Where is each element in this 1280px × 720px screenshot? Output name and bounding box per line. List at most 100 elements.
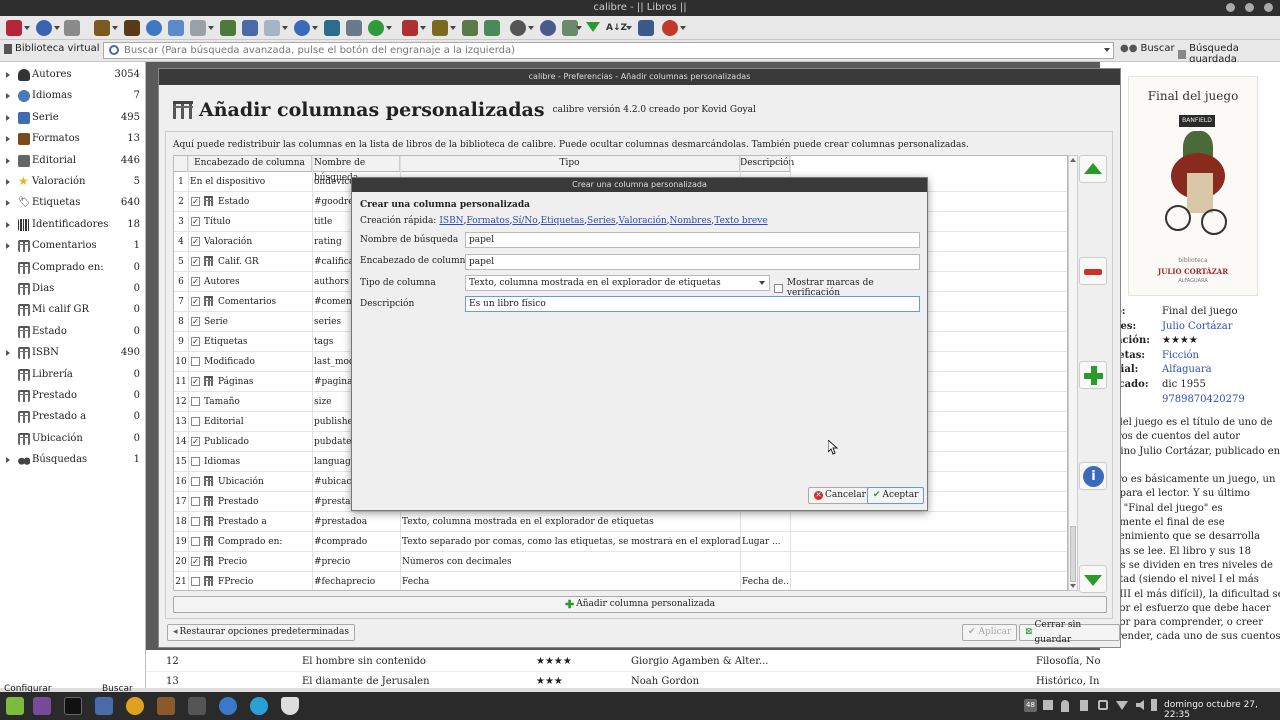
table-scrollbar[interactable] <box>1068 155 1078 591</box>
show-checkmarks-checkbox[interactable]: Mostrar marcas de verificación <box>774 278 927 298</box>
detail-value[interactable]: Alfaguara <box>1162 364 1212 375</box>
visible-checkbox[interactable] <box>191 537 200 546</box>
tag-browser-item[interactable]: Identificadores 18 <box>0 215 146 236</box>
window-icon[interactable] <box>33 697 51 715</box>
chevron-down-icon[interactable] <box>112 26 118 30</box>
expand-arrow-icon[interactable] <box>6 457 10 464</box>
chrome-icon[interactable] <box>126 697 144 715</box>
books-icon[interactable] <box>157 697 175 715</box>
globe-icon[interactable] <box>294 20 310 36</box>
detail-value[interactable]: Ficción <box>1162 350 1199 361</box>
header-lookup-name[interactable]: Nombre de búsqueda <box>312 156 400 183</box>
apply-button[interactable]: ✔ Aplicar <box>962 624 1018 641</box>
cancel-button[interactable]: ✕ Cancelar <box>808 487 872 504</box>
quick-create-link[interactable]: Texto breve <box>714 216 767 226</box>
book-cover[interactable]: Final del juego BANFIELD biblioteca JULI… <box>1128 76 1258 296</box>
quick-create-link[interactable]: Valoración <box>619 216 667 226</box>
edit-metadata-icon[interactable] <box>242 20 258 36</box>
visible-checkbox[interactable] <box>191 517 200 526</box>
quick-create-link[interactable]: Series <box>587 216 616 226</box>
detail-value[interactable]: 9789870420279 <box>1162 394 1245 405</box>
tag-browser-item[interactable]: Editorial 446 <box>0 151 146 172</box>
add-books-icon[interactable] <box>6 20 22 36</box>
network-icon[interactable] <box>1043 700 1053 710</box>
visible-checkbox[interactable]: ✓ <box>191 217 200 226</box>
visible-checkbox[interactable]: ✓ <box>191 317 200 326</box>
tag-browser-item[interactable]: Comentarios 1 <box>0 236 146 257</box>
expand-arrow-icon[interactable] <box>6 243 10 250</box>
expand-arrow-icon[interactable] <box>6 179 10 185</box>
description-field[interactable]: Es un libro físico <box>465 296 920 312</box>
tag-browser-item[interactable]: Prestado 0 <box>0 386 146 407</box>
sync-icon[interactable] <box>484 20 500 36</box>
chevron-down-icon[interactable] <box>680 26 686 30</box>
visible-checkbox[interactable] <box>191 397 200 406</box>
device-icon[interactable] <box>190 20 206 36</box>
book-row[interactable]: 12 El hombre sin contenido ★★★★ Giorgio Aga… <box>146 652 1100 672</box>
column-type-select[interactable]: Texto, columna mostrada en el explorador… <box>465 275 770 291</box>
tag-browser-item[interactable]: Formatos 13 <box>0 129 146 150</box>
chevron-down-icon[interactable] <box>576 26 582 30</box>
info-icon[interactable] <box>36 20 52 36</box>
sort-az-icon[interactable]: A↓Z <box>606 20 627 36</box>
library-icon[interactable] <box>220 20 236 36</box>
chevron-down-icon[interactable] <box>282 26 288 30</box>
close-without-saving-button[interactable]: ⊠ Cerrar sin guardar <box>1019 620 1120 645</box>
visible-checkbox[interactable] <box>191 457 200 466</box>
restore-defaults-button[interactable]: ◂ Restaurar opciones predeterminadas <box>167 624 356 641</box>
chevron-down-icon[interactable] <box>626 26 632 30</box>
chevron-down-icon[interactable] <box>1104 48 1110 52</box>
column-heading-field[interactable]: papel <box>465 254 920 270</box>
quick-create-link[interactable]: Etiquetas <box>541 216 585 226</box>
close-button[interactable] <box>1264 3 1273 12</box>
tag-browser-item[interactable]: Librería 0 <box>0 365 146 386</box>
tag-browser-item[interactable]: Comprado en: 0 <box>0 258 146 279</box>
header-description[interactable]: Descripción <box>740 156 794 172</box>
chevron-down-icon[interactable] <box>420 26 426 30</box>
scrollbar-thumb[interactable] <box>1070 526 1076 582</box>
shield-icon[interactable] <box>281 697 299 715</box>
table-row[interactable]: 19 Comprado en: #comprado Texto separado po… <box>174 532 1067 552</box>
chevron-down-icon[interactable] <box>528 26 534 30</box>
save-icon[interactable] <box>168 20 184 36</box>
tag-browser-item[interactable]: Mi calif GR 0 <box>0 300 146 321</box>
get-books-icon[interactable] <box>146 20 162 36</box>
tag-browser-item[interactable]: Serie 495 <box>0 108 146 129</box>
tag-browser-item[interactable]: Idiomas 7 <box>0 86 146 107</box>
visible-checkbox[interactable]: ✓ <box>191 377 200 386</box>
camera-icon[interactable] <box>188 697 206 715</box>
maximize-button[interactable] <box>1245 3 1254 12</box>
tag-browser-item[interactable]: Búsquedas 1 <box>0 450 146 471</box>
tag-browser-item[interactable]: Ubicación 0 <box>0 429 146 450</box>
tag-browser-item[interactable]: Autores 3054 <box>0 65 146 86</box>
bluetooth-icon[interactable] <box>1080 700 1088 711</box>
chevron-down-icon[interactable] <box>450 26 456 30</box>
add-column-button[interactable] <box>1079 361 1107 389</box>
expand-arrow-icon[interactable] <box>6 350 10 357</box>
expand-arrow-icon[interactable] <box>6 221 10 228</box>
tag-browser-item[interactable]: Estado 0 <box>0 322 146 343</box>
add-custom-column-button[interactable]: ✚ Añadir columna personalizada <box>173 596 1107 613</box>
quick-create-link[interactable]: Formatos <box>466 216 509 226</box>
visible-checkbox[interactable]: ✓ <box>191 297 200 306</box>
mint-menu-icon[interactable] <box>6 697 24 715</box>
plugin-icon[interactable] <box>462 20 478 36</box>
quick-create-link[interactable]: Sí/No <box>512 216 537 226</box>
battery-icon[interactable] <box>1151 699 1157 711</box>
tag-browser-item[interactable]: 🏷 Etiquetas 640 <box>0 193 146 214</box>
connect-icon[interactable] <box>540 20 556 36</box>
quick-create-link[interactable]: Nombres <box>670 216 712 226</box>
paste-icon[interactable] <box>638 20 654 36</box>
header-type[interactable]: Tipo <box>400 156 740 172</box>
search-input[interactable]: Buscar (Para búsqueda avanzada, pulse el… <box>103 42 1114 59</box>
expand-arrow-icon[interactable] <box>6 93 10 100</box>
telegram-icon[interactable] <box>250 697 268 715</box>
expand-arrow-icon[interactable] <box>6 136 10 143</box>
remove-books-icon[interactable] <box>402 20 418 36</box>
tag-browser-item[interactable]: ★ Valoración 5 <box>0 172 146 193</box>
chevron-down-icon[interactable] <box>386 26 392 30</box>
quick-create-link[interactable]: ISBN <box>439 216 463 226</box>
visible-checkbox[interactable]: ✓ <box>191 437 200 446</box>
expand-arrow-icon[interactable] <box>6 157 10 164</box>
tag-browser-item[interactable]: ISBN 490 <box>0 343 146 364</box>
